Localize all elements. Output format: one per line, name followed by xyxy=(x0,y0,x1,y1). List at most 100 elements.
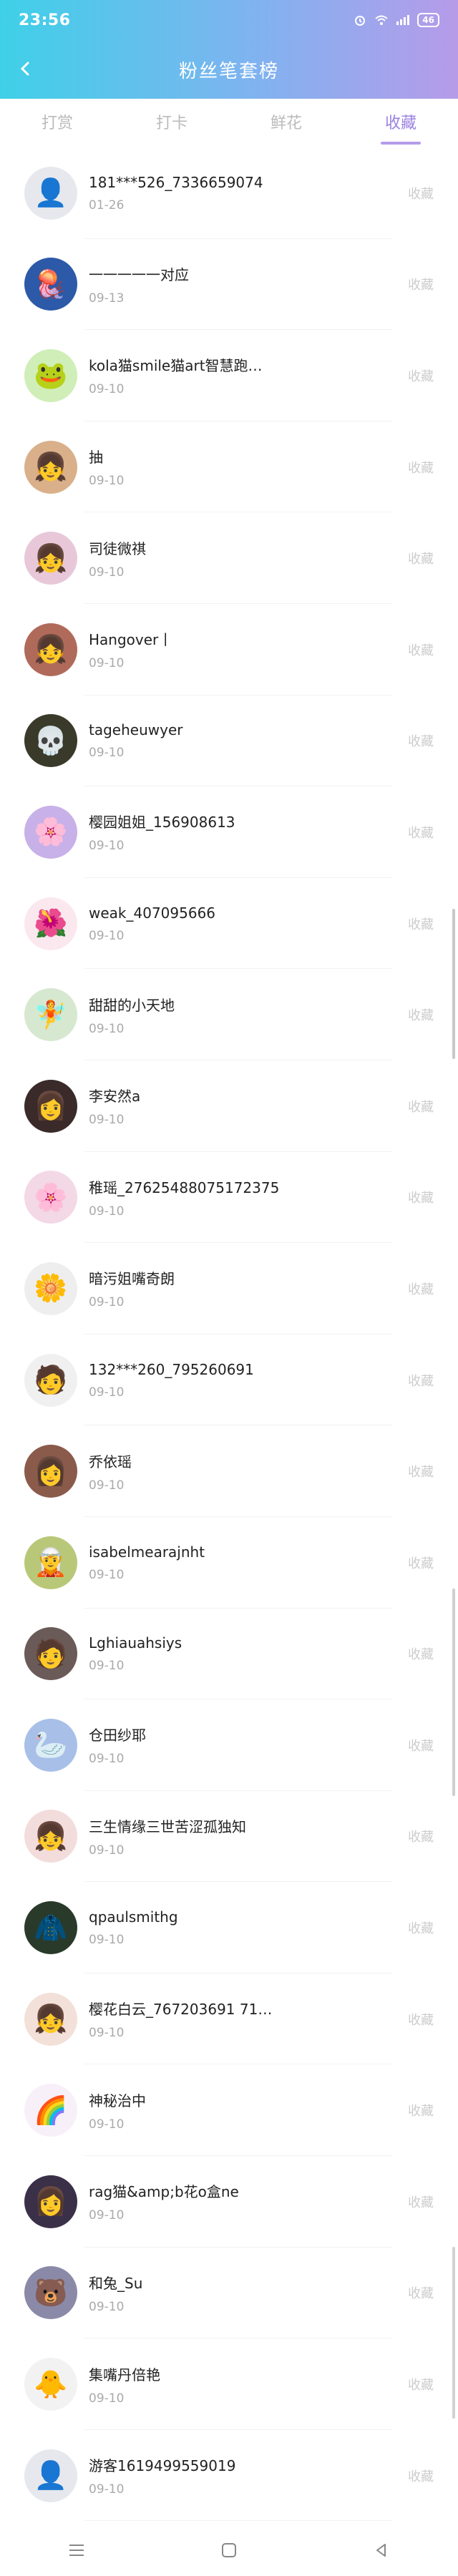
list-item[interactable]: 🐻 和兔_Su 09-10 收藏 xyxy=(0,2248,458,2339)
list-item[interactable]: 👧 樱花白云_767203691 71… 09-10 收藏 xyxy=(0,1974,458,2065)
avatar[interactable]: 👤 xyxy=(24,2449,77,2502)
list-item[interactable]: 💀 tageheuwyer 09-10 收藏 xyxy=(0,696,458,787)
list-item[interactable]: 🪼 一一一一一对应 09-13 收藏 xyxy=(0,239,458,331)
chevron-left-icon xyxy=(20,62,29,76)
user-name[interactable]: 乔依瑶 xyxy=(89,1450,346,1471)
tab-daka[interactable]: 打卡 xyxy=(146,106,198,137)
user-name[interactable]: qpaulsmithg xyxy=(89,1908,346,1926)
back-nav-button[interactable] xyxy=(367,2536,396,2565)
list-item[interactable]: 🐥 集嘴丹倍艳 09-10 收藏 xyxy=(0,2338,458,2430)
list-item[interactable]: 👧 抽 09-10 收藏 xyxy=(0,421,458,513)
avatar[interactable]: 🌺 xyxy=(24,897,77,950)
menu-button[interactable] xyxy=(62,2536,91,2565)
user-name[interactable]: 神秘治中 xyxy=(89,2089,346,2110)
avatar[interactable]: 👧 xyxy=(24,1992,77,2046)
scrollbar[interactable] xyxy=(452,909,455,1059)
avatar[interactable]: 🐥 xyxy=(24,2358,77,2411)
user-name[interactable]: 司徒微祺 xyxy=(89,537,346,558)
user-name[interactable]: 和兔_Su xyxy=(89,2272,346,2293)
date: 09-10 xyxy=(89,2117,125,2132)
user-name[interactable]: isabelmearajnht xyxy=(89,1543,346,1561)
user-name[interactable]: Hangover丨 xyxy=(89,628,346,649)
status-label: 收藏 xyxy=(408,2378,434,2394)
list-item[interactable]: 🧑 Lghiauahsiys 09-10 收藏 xyxy=(0,1609,458,1700)
user-name[interactable]: 仓田纱耶 xyxy=(89,1724,346,1745)
avatar[interactable]: 🧑 xyxy=(24,1627,77,1681)
user-name[interactable]: tageheuwyer xyxy=(89,721,346,738)
status-label: 收藏 xyxy=(408,734,434,750)
avatar[interactable]: 🪼 xyxy=(24,258,77,311)
user-name[interactable]: weak_407095666 xyxy=(89,904,346,922)
user-name[interactable]: 一一一一一对应 xyxy=(89,263,346,284)
tab-dashang[interactable]: 打赏 xyxy=(31,106,83,137)
avatar[interactable]: 🧝 xyxy=(24,1536,77,1589)
list-item[interactable]: 🧚 甜甜的小天地 09-10 收藏 xyxy=(0,969,458,1060)
tab-xianhua[interactable]: 鲜花 xyxy=(260,106,312,137)
user-name[interactable]: 暗污姐嘴奇朗 xyxy=(89,1267,346,1288)
date: 09-10 xyxy=(89,2482,125,2497)
list-item[interactable]: 👧 三生情缘三世苦涩孤独知 09-10 收藏 xyxy=(0,1791,458,1883)
list-item[interactable]: 👩 rag猫&amp;b花o盒ne 09-10 收藏 xyxy=(0,2156,458,2248)
avatar[interactable]: 🌼 xyxy=(24,1262,77,1315)
avatar[interactable]: 🦢 xyxy=(24,1718,77,1772)
list-item[interactable]: 👩 李安然a 09-10 收藏 xyxy=(0,1060,458,1152)
date: 09-10 xyxy=(89,565,125,580)
avatar[interactable]: 🧚 xyxy=(24,988,77,1042)
avatar[interactable]: 🐻 xyxy=(24,2266,77,2320)
user-name[interactable]: 181***526_7336659074 xyxy=(89,174,346,191)
avatar[interactable]: 👩 xyxy=(24,1079,77,1133)
list-item[interactable]: 👧 Hangover丨 09-10 收藏 xyxy=(0,604,458,696)
list-item[interactable]: 🌺 weak_407095666 09-10 收藏 xyxy=(0,878,458,970)
user-name[interactable]: 樱花白云_767203691 71… xyxy=(89,1998,346,2019)
avatar[interactable]: 🌈 xyxy=(24,2084,77,2137)
home-button[interactable] xyxy=(215,2536,243,2565)
list-item[interactable]: 👤 181***526_7336659074 01-26 收藏 xyxy=(0,147,458,239)
date: 09-10 xyxy=(89,1843,125,1858)
list-item[interactable]: 🌸 樱园姐姐_156908613 09-10 收藏 xyxy=(0,786,458,878)
avatar[interactable]: 👧 xyxy=(24,532,77,585)
avatar[interactable]: 👩 xyxy=(24,2175,77,2228)
list-item[interactable]: 👩 乔依瑶 09-10 收藏 xyxy=(0,1425,458,1517)
user-name[interactable]: 集嘴丹倍艳 xyxy=(89,2363,346,2384)
avatar[interactable]: 👧 xyxy=(24,440,77,494)
user-name[interactable]: 三生情缘三世苦涩孤独知 xyxy=(89,1815,346,1836)
list-item[interactable]: 👧 司徒微祺 09-10 收藏 xyxy=(0,512,458,604)
avatar[interactable]: 👧 xyxy=(24,1810,77,1863)
list-item[interactable]: 🌈 神秘治中 09-10 收藏 xyxy=(0,2064,458,2157)
list-item[interactable]: 🐸 kola猫smile猫art智慧跑… 09-10 收藏 xyxy=(0,330,458,421)
list-item[interactable]: 👤 游客1619499559019 09-10 收藏 xyxy=(0,2430,458,2522)
avatar[interactable]: 🧑 xyxy=(24,1353,77,1407)
user-name[interactable]: 132***260_795260691 xyxy=(89,1361,346,1378)
list-item[interactable]: 🌸 稚瑶_27625488075172375 09-10 收藏 xyxy=(0,1152,458,1244)
avatar[interactable]: 🌸 xyxy=(24,1171,77,1224)
alarm-icon xyxy=(353,13,367,27)
avatar[interactable]: 🌸 xyxy=(24,805,77,859)
date: 09-10 xyxy=(89,1021,125,1036)
user-name[interactable]: rag猫&amp;b花o盒ne xyxy=(89,2180,346,2201)
user-name[interactable]: 甜甜的小天地 xyxy=(89,994,346,1015)
tab-shoucang[interactable]: 收藏 xyxy=(375,106,427,145)
list-item[interactable]: 🌼 暗污姐嘴奇朗 09-10 收藏 xyxy=(0,1243,458,1335)
user-name[interactable]: kola猫smile猫art智慧跑… xyxy=(89,354,346,375)
user-name[interactable]: Lghiauahsiys xyxy=(89,1634,346,1652)
scrollbar-segment[interactable] xyxy=(452,2247,455,2419)
avatar[interactable]: 🐸 xyxy=(24,348,77,402)
list-item[interactable]: 🧥 qpaulsmithg 09-10 收藏 xyxy=(0,1882,458,1974)
date: 09-10 xyxy=(89,2026,125,2041)
list-item[interactable]: 🧝 isabelmearajnht 09-10 收藏 xyxy=(0,1517,458,1609)
avatar[interactable]: 👧 xyxy=(24,623,77,676)
avatar[interactable]: 🧥 xyxy=(24,1901,77,1955)
avatar[interactable]: 👩 xyxy=(24,1445,77,1498)
user-name[interactable]: 稚瑶_27625488075172375 xyxy=(89,1176,346,1197)
date: 09-10 xyxy=(89,839,125,854)
user-name[interactable]: 抽 xyxy=(89,446,346,467)
user-name[interactable]: 樱园姐姐_156908613 xyxy=(89,811,346,831)
user-name[interactable]: 游客1619499559019 xyxy=(89,2454,346,2475)
list-item[interactable]: 🧑 132***260_795260691 09-10 收藏 xyxy=(0,1335,458,1426)
scrollbar-segment[interactable] xyxy=(452,1589,455,1796)
back-button[interactable] xyxy=(13,56,39,82)
user-name[interactable]: 李安然a xyxy=(89,1085,346,1106)
list-item[interactable]: 🦢 仓田纱耶 09-10 收藏 xyxy=(0,1699,458,1791)
avatar[interactable]: 👤 xyxy=(24,166,77,220)
avatar[interactable]: 💀 xyxy=(24,714,77,768)
